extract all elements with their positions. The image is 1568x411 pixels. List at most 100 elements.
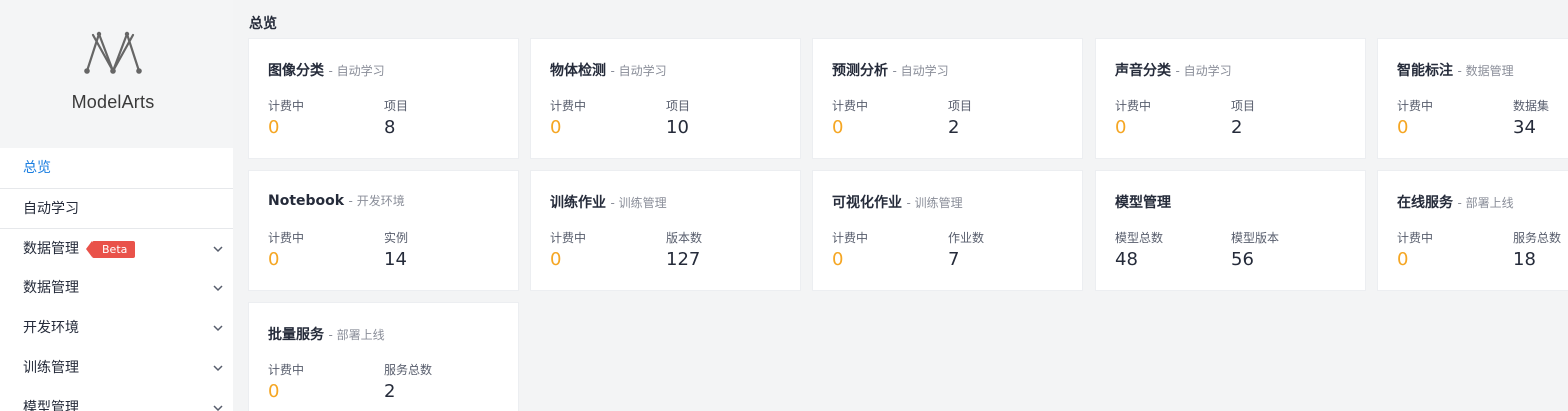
stat-label: 计费中: [1115, 99, 1152, 113]
stat-count: 服务总数 2: [384, 362, 432, 403]
sidebar-item-label: 训练管理: [23, 360, 79, 376]
card-notebook[interactable]: Notebook - 开发环境 计费中 0 实例 14: [248, 170, 519, 291]
card-model-management[interactable]: 模型管理 模型总数 48 模型版本 56: [1095, 170, 1366, 291]
sidebar-item-label: 总览: [23, 160, 51, 176]
stat-billing: 计费中 0: [268, 230, 304, 271]
card-title: 批量服务: [268, 327, 324, 343]
card-title: 智能标注: [1397, 63, 1453, 79]
chevron-down-icon: [213, 405, 223, 411]
stat-count: 数据集 34: [1513, 98, 1549, 139]
stat-billing: 计费中 0: [268, 98, 304, 139]
card-object-detection[interactable]: 物体检测 - 自动学习 计费中 0 项目 10: [530, 38, 801, 159]
stat-count: 实例 14: [384, 230, 408, 271]
card-subtitle: - 自动学习: [1175, 64, 1232, 78]
card-title: 在线服务: [1397, 195, 1453, 211]
sidebar-nav: 总览 自动学习 数据管理 Beta 数据管理 开发环境 训练管理 模型管理: [0, 148, 233, 411]
card-visualization-jobs[interactable]: 可视化作业 - 训练管理 计费中 0 作业数 7: [812, 170, 1083, 291]
stat-count: 作业数 7: [948, 230, 984, 271]
stat-value[interactable]: 0: [550, 117, 586, 139]
stat-value[interactable]: 0: [1115, 117, 1151, 139]
stat-label: 数据集: [1513, 99, 1550, 113]
card-online-services[interactable]: 在线服务 - 部署上线 计费中 0 服务总数 18: [1377, 170, 1568, 291]
stat-value[interactable]: 48: [1115, 249, 1163, 271]
sidebar-item-label: 自动学习: [23, 201, 79, 217]
stat-label: 计费中: [268, 231, 305, 245]
chevron-down-icon: [213, 285, 223, 292]
chevron-down-icon: [213, 246, 223, 253]
stat-value[interactable]: 34: [1513, 117, 1549, 139]
sidebar-item-dev-environment[interactable]: 开发环境: [0, 308, 233, 348]
sidebar: ModelArts 总览 自动学习 数据管理 Beta 数据管理 开发环境 训练…: [0, 0, 233, 411]
stat-count: 项目 2: [1231, 98, 1255, 139]
card-subtitle: - 自动学习: [610, 64, 667, 78]
stat-label: 计费中: [1397, 99, 1434, 113]
card-smart-labeling[interactable]: 智能标注 - 数据管理 计费中 0 数据集 34: [1377, 38, 1568, 159]
stat-label: 计费中: [550, 99, 587, 113]
stat-value[interactable]: 0: [268, 117, 304, 139]
stat-label: 计费中: [268, 363, 305, 377]
stat-value[interactable]: 0: [268, 381, 304, 403]
sidebar-item-data-management[interactable]: 数据管理: [0, 268, 233, 308]
card-sound-classification[interactable]: 声音分类 - 自动学习 计费中 0 项目 2: [1095, 38, 1366, 159]
chevron-down-icon: [213, 365, 223, 372]
stat-value[interactable]: 8: [384, 117, 408, 139]
sidebar-item-data-management-beta[interactable]: 数据管理 Beta: [0, 228, 233, 268]
stat-count: 版本数 127: [666, 230, 702, 271]
card-subtitle: - 训练管理: [610, 196, 667, 210]
stat-label: 项目: [948, 99, 973, 113]
card-image-classification[interactable]: 图像分类 - 自动学习 计费中 0 项目 8: [248, 38, 519, 159]
sidebar-item-label: 模型管理: [23, 400, 79, 411]
stat-billing: 计费中 0: [1397, 230, 1433, 271]
stat-value[interactable]: 14: [384, 249, 408, 271]
page-title: 总览: [249, 16, 277, 32]
card-title: 图像分类: [268, 63, 324, 79]
stat-value[interactable]: 7: [948, 249, 984, 271]
sidebar-item-model-management[interactable]: 模型管理: [0, 388, 233, 411]
stat-count: 项目 10: [666, 98, 690, 139]
sidebar-item-auto-learning[interactable]: 自动学习: [0, 188, 233, 228]
stat-value[interactable]: 0: [832, 117, 868, 139]
card-predictive-analysis[interactable]: 预测分析 - 自动学习 计费中 0 项目 2: [812, 38, 1083, 159]
card-batch-services[interactable]: 批量服务 - 部署上线 计费中 0 服务总数 2: [248, 302, 519, 411]
stat-label: 作业数: [948, 231, 985, 245]
stat-value[interactable]: 2: [384, 381, 432, 403]
stat-value[interactable]: 2: [1231, 117, 1255, 139]
stat-billing: 计费中 0: [1115, 98, 1151, 139]
modelarts-logo-icon: [84, 31, 142, 74]
stat-label: 计费中: [550, 231, 587, 245]
card-subtitle: - 部署上线: [1457, 196, 1514, 210]
stat-value[interactable]: 56: [1231, 249, 1279, 271]
app-name: ModelArts: [71, 92, 155, 112]
stat-value[interactable]: 0: [550, 249, 586, 271]
stat-label: 计费中: [268, 99, 305, 113]
stat-label: 服务总数: [384, 363, 433, 377]
stat-label: 服务总数: [1513, 231, 1562, 245]
stat-value[interactable]: 0: [268, 249, 304, 271]
stat-label: 计费中: [832, 99, 869, 113]
app-root: ModelArts 总览 自动学习 数据管理 Beta 数据管理 开发环境 训练…: [0, 0, 1568, 411]
stat-value[interactable]: 127: [666, 249, 702, 271]
sidebar-item-label: 数据管理: [23, 280, 79, 296]
card-subtitle: - 自动学习: [328, 64, 385, 78]
stat-value[interactable]: 0: [1397, 249, 1433, 271]
stat-value[interactable]: 0: [832, 249, 868, 271]
stat-billing: 计费中 0: [1397, 98, 1433, 139]
card-title: 声音分类: [1115, 63, 1171, 79]
card-training-jobs[interactable]: 训练作业 - 训练管理 计费中 0 版本数 127: [530, 170, 801, 291]
stat-label: 项目: [666, 99, 691, 113]
brand-header[interactable]: ModelArts: [0, 0, 233, 148]
stat-value[interactable]: 10: [666, 117, 690, 139]
card-subtitle: - 部署上线: [328, 328, 385, 342]
sidebar-item-overview[interactable]: 总览: [0, 148, 233, 188]
card-subtitle: - 自动学习: [892, 64, 949, 78]
stat-value[interactable]: 18: [1513, 249, 1561, 271]
stat-value[interactable]: 2: [948, 117, 972, 139]
sidebar-item-training-management[interactable]: 训练管理: [0, 348, 233, 388]
sidebar-item-label: 开发环境: [23, 320, 79, 336]
chevron-down-icon: [213, 325, 223, 332]
stat-model-versions: 模型版本 56: [1231, 230, 1279, 271]
card-subtitle: - 数据管理: [1457, 64, 1514, 78]
card-subtitle: - 训练管理: [906, 196, 963, 210]
card-title: 物体检测: [550, 63, 606, 79]
stat-value[interactable]: 0: [1397, 117, 1433, 139]
